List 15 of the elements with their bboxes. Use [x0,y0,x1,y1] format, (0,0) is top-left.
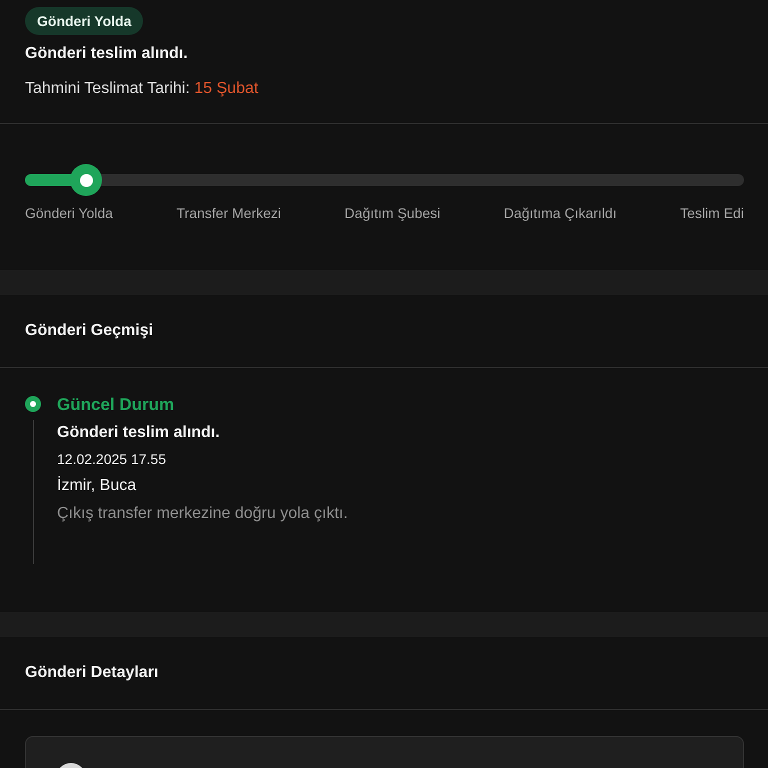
event-status: Güncel Durum [57,395,176,415]
step-label: Teslim Edi [680,205,744,221]
estimated-delivery-text: Tahmini Teslimat Tarihi: 15 Şubat [25,80,258,98]
step-label: Dağıtıma Çıkarıldı [504,205,617,221]
step-label: Gönderi Yolda [25,205,113,221]
step-label: Dağıtım Şubesi [344,205,440,221]
event-title: Gönderi teslim alındı. [57,424,220,442]
section-title: Gönderi Detayları [0,637,768,710]
step-label: Transfer Merkezi [176,205,282,221]
status-badge: Gönderi Yolda [25,7,144,35]
event-datetime: 12.02.2025 17.55 [57,451,166,467]
event-description: Çıkış transfer merkezine doğru yola çıktı. [57,505,348,523]
event-location: İzmir, Buca [57,477,136,495]
status-message: Gönderi teslim alındı. [25,45,188,63]
section-title: Gönderi Geçmişi [0,295,768,368]
